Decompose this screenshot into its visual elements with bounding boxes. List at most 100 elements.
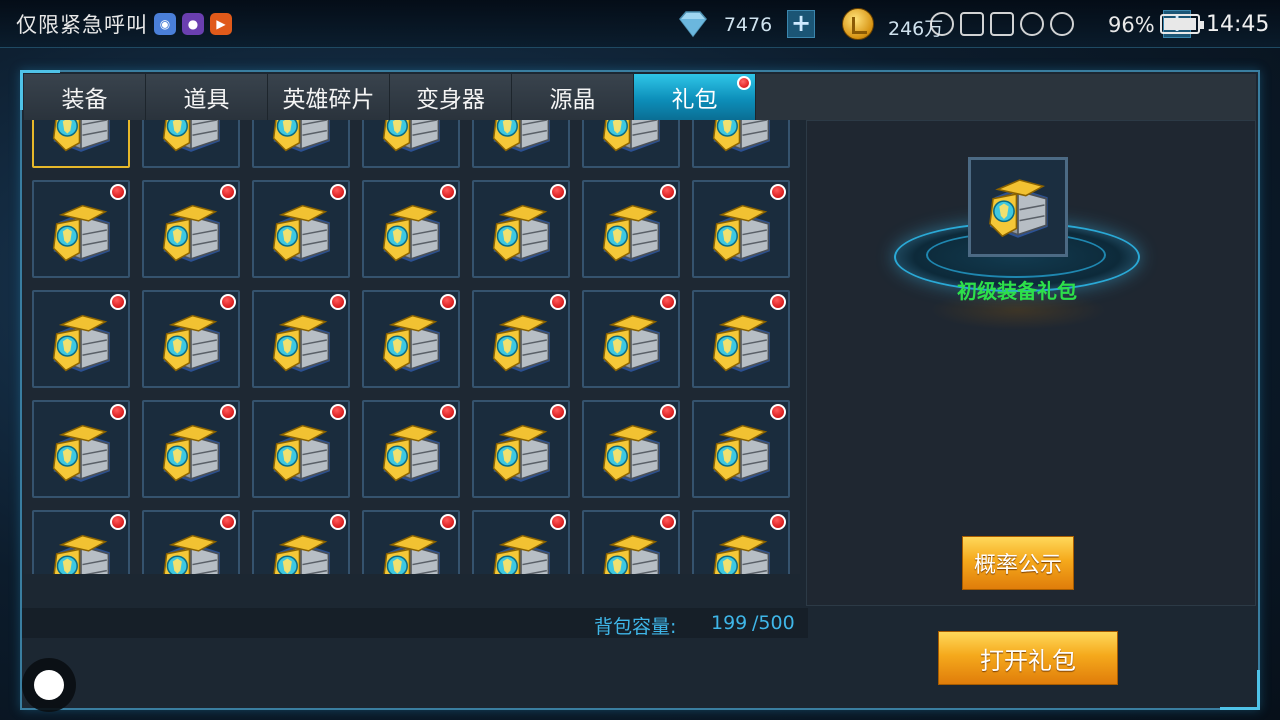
item-grid-viewport[interactable] bbox=[24, 120, 800, 574]
tab-gift-packs[interactable]: 礼包 bbox=[634, 74, 756, 120]
new-item-badge bbox=[220, 294, 236, 310]
equipment-chest-icon bbox=[483, 120, 559, 158]
equipment-chest-icon bbox=[483, 522, 559, 574]
equipment-chest-icon bbox=[43, 192, 119, 268]
inventory-slot[interactable] bbox=[362, 510, 460, 574]
probability-button[interactable]: 概率公示 bbox=[962, 536, 1074, 590]
open-gift-button[interactable]: 打开礼包 bbox=[938, 631, 1118, 685]
equipment-chest-icon bbox=[153, 522, 229, 574]
equipment-chest-icon bbox=[373, 412, 449, 488]
tab-label: 装备 bbox=[61, 87, 108, 113]
new-item-badge bbox=[770, 184, 786, 200]
inventory-slot[interactable] bbox=[252, 400, 350, 498]
diamond-count: 7476 bbox=[723, 14, 773, 36]
tab-equipment[interactable]: 装备 bbox=[24, 74, 146, 120]
inventory-slot[interactable] bbox=[472, 180, 570, 278]
inventory-slot[interactable] bbox=[692, 510, 790, 574]
inventory-slot[interactable] bbox=[362, 290, 460, 388]
sync-icon bbox=[930, 12, 954, 36]
capacity-max: /500 bbox=[752, 612, 795, 634]
new-item-badge bbox=[220, 404, 236, 420]
inventory-slot[interactable] bbox=[472, 400, 570, 498]
equipment-chest-icon bbox=[263, 522, 339, 574]
equipment-chest-icon bbox=[153, 412, 229, 488]
inventory-slot[interactable] bbox=[582, 120, 680, 168]
gold-coin-icon bbox=[842, 8, 874, 40]
inventory-slot[interactable] bbox=[142, 510, 240, 574]
new-item-badge bbox=[770, 514, 786, 530]
inventory-slot[interactable] bbox=[142, 120, 240, 168]
inventory-slot[interactable] bbox=[32, 290, 130, 388]
equipment-chest-icon bbox=[593, 120, 669, 158]
equipment-chest-icon bbox=[263, 302, 339, 378]
equipment-chest-icon bbox=[373, 120, 449, 158]
inventory-slot[interactable] bbox=[582, 400, 680, 498]
capacity-used: 199 bbox=[711, 612, 748, 634]
new-item-badge bbox=[330, 404, 346, 420]
equipment-chest-icon bbox=[979, 166, 1057, 244]
item-name: 初级装备礼包 bbox=[957, 279, 1077, 303]
new-item-badge bbox=[770, 294, 786, 310]
add-diamond-button[interactable]: + bbox=[787, 10, 815, 38]
inventory-slot[interactable] bbox=[472, 120, 570, 168]
equipment-chest-icon bbox=[483, 192, 559, 268]
tab-label: 道具 bbox=[183, 87, 230, 113]
equipment-chest-icon bbox=[43, 522, 119, 574]
inventory-slot[interactable] bbox=[582, 510, 680, 574]
tab-hero-fragments[interactable]: 英雄碎片 bbox=[268, 74, 390, 120]
equipment-chest-icon bbox=[373, 302, 449, 378]
equipment-chest-icon bbox=[593, 522, 669, 574]
inventory-slot[interactable] bbox=[32, 120, 130, 168]
equipment-chest-icon bbox=[703, 522, 779, 574]
inventory-slot[interactable] bbox=[472, 290, 570, 388]
inventory-slot[interactable] bbox=[472, 510, 570, 574]
system-icons bbox=[930, 12, 1074, 36]
new-item-badge bbox=[330, 514, 346, 530]
frame-corner-bottom-right bbox=[1220, 670, 1260, 710]
inventory-slot[interactable] bbox=[32, 400, 130, 498]
inventory-slot[interactable] bbox=[252, 290, 350, 388]
new-item-badge bbox=[330, 294, 346, 310]
inventory-slot[interactable] bbox=[692, 400, 790, 498]
tab-items[interactable]: 道具 bbox=[146, 74, 268, 120]
new-item-badge bbox=[660, 514, 676, 530]
equipment-chest-icon bbox=[373, 192, 449, 268]
tab-transformers[interactable]: 变身器 bbox=[390, 74, 512, 120]
equipment-chest-icon bbox=[43, 302, 119, 378]
clock: 14:45 bbox=[1206, 12, 1270, 37]
inventory-slot[interactable] bbox=[252, 510, 350, 574]
inventory-slot[interactable] bbox=[142, 180, 240, 278]
capacity-bar bbox=[22, 608, 808, 638]
inventory-slot[interactable] bbox=[582, 180, 680, 278]
floating-assist-button[interactable] bbox=[22, 658, 76, 712]
inventory-slot[interactable] bbox=[32, 510, 130, 574]
battery-percent: 96% bbox=[1108, 13, 1155, 37]
equipment-chest-icon bbox=[703, 120, 779, 158]
inventory-slot[interactable] bbox=[142, 290, 240, 388]
mute-icon bbox=[990, 12, 1014, 36]
inventory-slot[interactable] bbox=[142, 400, 240, 498]
new-item-badge bbox=[110, 184, 126, 200]
inventory-slot[interactable] bbox=[252, 120, 350, 168]
tab-label: 变身器 bbox=[416, 87, 485, 113]
inventory-slot[interactable] bbox=[362, 180, 460, 278]
equipment-chest-icon bbox=[593, 412, 669, 488]
inventory-slot[interactable] bbox=[252, 180, 350, 278]
new-item-badge bbox=[220, 514, 236, 530]
equipment-chest-icon bbox=[373, 522, 449, 574]
new-item-badge bbox=[770, 404, 786, 420]
tab-label: 源晶 bbox=[549, 87, 596, 113]
inventory-slot[interactable] bbox=[362, 400, 460, 498]
equipment-chest-icon bbox=[483, 302, 559, 378]
inventory-slot[interactable] bbox=[32, 180, 130, 278]
battery-icon bbox=[1160, 14, 1204, 34]
new-item-badge bbox=[110, 404, 126, 420]
inventory-slot[interactable] bbox=[692, 120, 790, 168]
inventory-slot[interactable] bbox=[362, 120, 460, 168]
inventory-slot[interactable] bbox=[582, 290, 680, 388]
cast-icon bbox=[960, 12, 984, 36]
equipment-chest-icon bbox=[153, 192, 229, 268]
tab-source-crystal[interactable]: 源晶 bbox=[512, 74, 634, 120]
inventory-slot[interactable] bbox=[692, 290, 790, 388]
inventory-slot[interactable] bbox=[692, 180, 790, 278]
